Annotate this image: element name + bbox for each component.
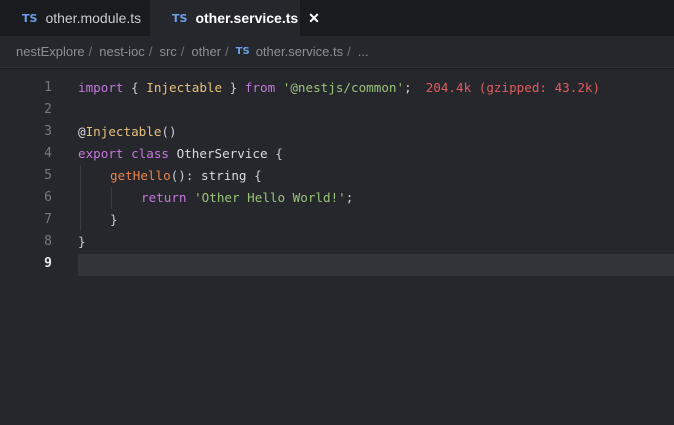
breadcrumb: nestExplore / nest-ioc / src / other / T… (0, 36, 674, 68)
tab-label: other.service.ts (195, 10, 299, 26)
code-token: return (141, 190, 187, 205)
line-number: 1 (44, 80, 52, 95)
code-token: export (78, 146, 124, 161)
breadcrumb-item-nestexplore[interactable]: nestExplore (16, 44, 85, 59)
line-number: 4 (44, 146, 52, 161)
code-line: export class OtherService { (78, 143, 674, 165)
code-token: string (201, 168, 247, 183)
code-token: Injectable (85, 124, 162, 139)
breadcrumb-separator: / (180, 44, 185, 59)
code-token: @ (78, 124, 86, 139)
code-token: { (246, 168, 262, 183)
code-token: } (78, 234, 86, 249)
typescript-icon: TS (235, 46, 250, 57)
code-token: 'Other Hello World!' (194, 190, 346, 205)
breadcrumb-separator: / (225, 44, 229, 59)
code-line: } (78, 231, 674, 253)
code-line: } (78, 209, 674, 231)
code-editor[interactable]: 1 2 3 4 5 6 7 8 9 import { Injectable } … (0, 69, 674, 425)
line-number-gutter: 1 2 3 4 5 6 7 8 9 (0, 77, 60, 275)
tab-label: other.module.ts (45, 10, 142, 26)
code-token: '@nestjs/common' (282, 80, 405, 95)
breadcrumb-ellipsis[interactable]: ... (358, 44, 369, 59)
code-token: } (110, 212, 118, 227)
typescript-icon: TS (22, 11, 38, 25)
code-line: getHello(): string { (78, 165, 674, 187)
import-cost-label: 204.4k (gzipped: 43.2k) (425, 80, 601, 95)
line-number: 2 (44, 102, 52, 117)
code-line: import { Injectable } from '@nestjs/comm… (78, 77, 674, 99)
code-area[interactable]: import { Injectable } from '@nestjs/comm… (78, 77, 674, 275)
code-token: { (267, 146, 283, 161)
code-token: (): (170, 168, 202, 183)
tab-other-service[interactable]: TS other.service.ts ✕ (150, 0, 320, 36)
breadcrumb-separator: / (148, 44, 153, 59)
code-token: } (222, 80, 245, 95)
breadcrumb-item-src[interactable]: src (159, 44, 176, 59)
code-token: ; (404, 80, 412, 95)
tab-bar: TS other.module.ts TS other.service.ts ✕ (0, 0, 674, 36)
line-number: 7 (44, 212, 52, 227)
breadcrumb-item-other[interactable]: other (191, 44, 221, 59)
code-token: () (161, 124, 177, 139)
code-line: @Injectable() (78, 121, 674, 143)
line-number-current: 9 (44, 256, 52, 271)
code-token: getHello (110, 168, 171, 183)
line-number: 3 (44, 124, 52, 139)
code-token: from (244, 80, 276, 95)
breadcrumb-item-nest-ioc[interactable]: nest-ioc (99, 44, 145, 59)
breadcrumb-separator: / (347, 44, 351, 59)
code-line-current[interactable] (78, 253, 674, 275)
code-token: ; (345, 190, 354, 205)
code-token: import (78, 80, 124, 95)
line-number: 6 (44, 190, 52, 205)
line-number: 8 (44, 234, 52, 249)
breadcrumb-item-file[interactable]: other.service.ts (256, 44, 343, 59)
code-token: class (131, 146, 170, 161)
line-number: 5 (44, 168, 52, 183)
code-token: Injectable (146, 80, 223, 95)
typescript-icon: TS (172, 11, 188, 25)
code-token: OtherService (176, 146, 268, 161)
close-icon[interactable]: ✕ (308, 10, 320, 27)
code-token: { (123, 80, 147, 95)
tab-other-module[interactable]: TS other.module.ts (0, 0, 150, 36)
code-line: return 'Other Hello World!'; (78, 187, 674, 209)
breadcrumb-separator: / (88, 44, 93, 59)
